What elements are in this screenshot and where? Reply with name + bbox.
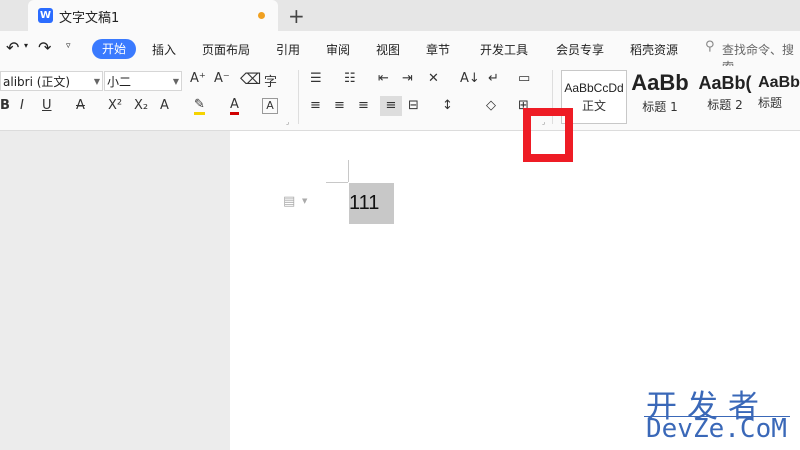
paragraph-handle-icon[interactable]: ▤ <box>283 194 295 209</box>
style-heading-3-label: 标题 <box>758 96 783 110</box>
numbered-list-icon[interactable]: ☷ <box>344 71 356 86</box>
menu-view[interactable]: 视图 <box>376 41 400 58</box>
ribbon: alibri (正文) ▼ 小二 ▼ A⁺ A⁻ ⌫ 字 B I U A X² … <box>0 66 800 131</box>
menu-docer[interactable]: 稻壳资源 <box>630 41 678 58</box>
menu-developer[interactable]: 开发工具 <box>480 41 528 58</box>
highlight-icon[interactable]: ✎ <box>194 98 205 115</box>
bold-icon[interactable]: B <box>0 98 10 113</box>
sort-icon[interactable]: A↓ <box>460 71 480 86</box>
writer-icon: W <box>38 8 53 23</box>
align-left-icon[interactable]: ≡ <box>310 98 321 113</box>
margin-corner-mark <box>348 160 349 182</box>
justify-icon[interactable]: ≡ <box>380 96 402 116</box>
menu-review[interactable]: 审阅 <box>326 41 350 58</box>
unsaved-dot <box>258 12 265 19</box>
line-spacing-icon[interactable]: ↕ <box>442 98 453 113</box>
document-text[interactable]: 111 <box>349 192 379 215</box>
menu-insert[interactable]: 插入 <box>152 41 176 58</box>
underline-icon[interactable]: U <box>42 98 52 113</box>
style-heading-1-label: 标题 1 <box>642 100 678 114</box>
font-color-icon[interactable]: A <box>230 98 239 115</box>
style-heading-3[interactable]: AaBb 标题 <box>758 70 800 122</box>
undo-icon[interactable]: ↶ <box>6 38 19 57</box>
style-heading-2-label: 标题 2 <box>707 98 743 112</box>
strikethrough-icon[interactable]: A <box>76 98 85 113</box>
chinese-layout-icon[interactable]: ✕ <box>428 71 439 86</box>
style-heading-1[interactable]: AaBb 标题 1 <box>628 70 692 122</box>
ruler-icon[interactable]: ▭ <box>518 71 530 86</box>
grow-font-icon[interactable]: A⁺ <box>190 71 206 86</box>
distributed-align-icon[interactable]: ⊟ <box>408 98 419 113</box>
document-tab-title: 文字文稿1 <box>59 11 120 26</box>
new-tab-icon[interactable]: + <box>288 4 305 28</box>
italic-icon[interactable]: I <box>20 98 24 113</box>
text-effect-icon[interactable]: A <box>160 98 169 113</box>
quick-access-dropdown-icon[interactable]: ▿ <box>66 41 71 51</box>
chevron-down-icon[interactable]: ▼ <box>302 197 307 205</box>
char-border-icon[interactable]: A <box>262 98 278 114</box>
shrink-font-icon[interactable]: A⁻ <box>214 71 230 86</box>
superscript-icon[interactable]: X² <box>108 98 122 113</box>
menu-member[interactable]: 会员专享 <box>556 41 604 58</box>
menu-page-layout[interactable]: 页面布局 <box>202 41 250 58</box>
menu-home[interactable]: 开始 <box>92 39 136 59</box>
bullet-list-icon[interactable]: ☰ <box>310 71 322 86</box>
highlight-annotation-box <box>523 108 573 162</box>
margin-corner-mark <box>326 182 348 183</box>
watermark-site: DevZe.CoM <box>646 414 787 444</box>
font-dialog-launcher-icon[interactable]: ⌟ <box>286 118 289 126</box>
font-size-value: 小二 <box>107 75 132 89</box>
style-normal-sample: AaBbCcDd <box>564 81 624 95</box>
search-icon[interactable]: ⚲ <box>705 39 715 54</box>
paragraph-mark-icon[interactable]: ↵ <box>488 71 499 86</box>
style-heading-2-sample: AaBb( <box>698 73 752 93</box>
increase-indent-icon[interactable]: ⇥ <box>402 71 413 86</box>
style-heading-3-sample: AaBb <box>758 74 800 91</box>
style-heading-1-sample: AaBb <box>631 70 689 95</box>
style-heading-2[interactable]: AaBb( 标题 2 <box>693 70 757 122</box>
subscript-icon[interactable]: X₂ <box>134 98 148 113</box>
document-tab[interactable]: W 文字文稿1 <box>28 0 278 31</box>
chevron-down-icon[interactable]: ▼ <box>173 72 179 92</box>
shading-icon[interactable]: ◇ <box>486 98 496 113</box>
ribbon-separator <box>298 70 299 124</box>
font-name-value: alibri (正文) <box>3 75 71 89</box>
font-size-combo[interactable]: 小二 ▼ <box>104 71 182 91</box>
align-center-icon[interactable]: ≡ <box>334 98 345 113</box>
font-name-combo[interactable]: alibri (正文) ▼ <box>0 71 103 91</box>
clear-format-icon[interactable]: ⌫ <box>240 70 261 88</box>
undo-dropdown-icon[interactable]: ▾ <box>24 41 28 50</box>
menu-references[interactable]: 引用 <box>276 41 300 58</box>
align-right-icon[interactable]: ≡ <box>358 98 369 113</box>
decrease-indent-icon[interactable]: ⇤ <box>378 71 389 86</box>
pinyin-icon[interactable]: 字 <box>264 71 277 90</box>
menu-section[interactable]: 章节 <box>426 41 450 58</box>
redo-icon[interactable]: ↷ <box>38 38 51 57</box>
chevron-down-icon[interactable]: ▼ <box>94 72 100 92</box>
tab-bar: W 文字文稿1 + <box>0 0 800 31</box>
